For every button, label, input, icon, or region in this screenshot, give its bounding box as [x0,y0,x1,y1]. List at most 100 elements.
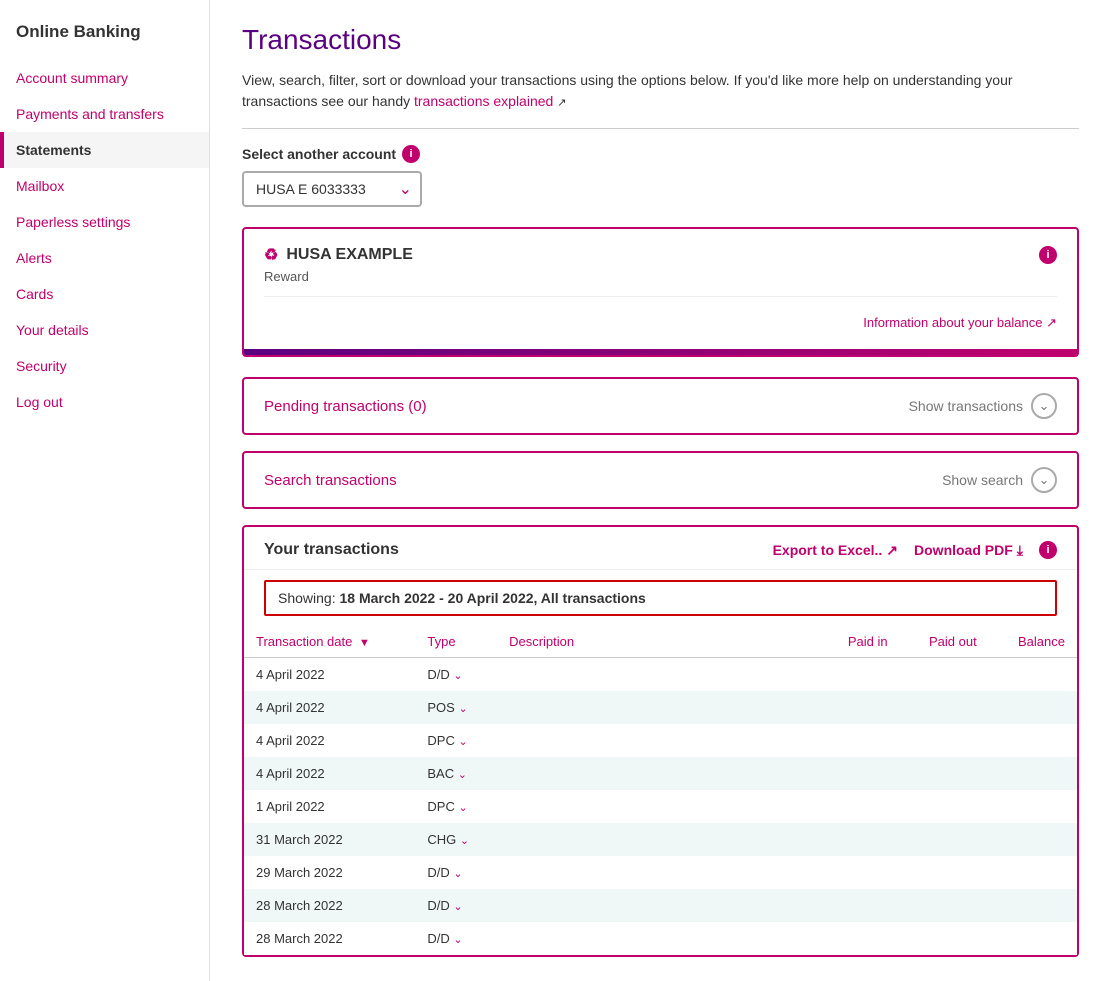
account-card: ♻ HUSA EXAMPLE i Reward Information abou… [242,227,1079,357]
showing-label: Showing: [278,590,336,606]
sidebar-item-alerts[interactable]: Alerts [0,240,209,276]
cell-paid-out [900,658,989,692]
download-icon: ⤓ [1017,542,1023,559]
cell-paid-in [820,823,899,856]
export-excel-link[interactable]: Export to Excel.. ↗ [773,542,898,559]
cell-balance [989,823,1077,856]
cell-desc [497,658,820,692]
sidebar-item-cards[interactable]: Cards [0,276,209,312]
cell-desc [497,889,820,922]
table-body: 4 April 2022D/D ⌄4 April 2022POS ⌄4 Apri… [244,658,1077,956]
cell-paid-out [900,889,989,922]
table-head: Transaction date ▼ Type Description Paid… [244,626,1077,658]
search-transactions-section: Search transactions Show search ⌄ [242,451,1079,509]
cell-type[interactable]: D/D ⌄ [415,856,497,889]
cell-paid-in [820,922,899,955]
cell-balance [989,757,1077,790]
cell-type[interactable]: BAC ⌄ [415,757,497,790]
cell-paid-out [900,790,989,823]
cell-paid-in [820,889,899,922]
cell-type[interactable]: D/D ⌄ [415,889,497,922]
account-select[interactable]: HUSA E 6033333 [242,171,422,207]
cell-date: 4 April 2022 [244,658,415,692]
showing-bar: Showing: 18 March 2022 - 20 April 2022, … [264,580,1057,616]
col-date[interactable]: Transaction date ▼ [244,626,415,658]
search-show-action: Show search ⌄ [942,467,1057,493]
sidebar-nav: Account summaryPayments and transfersSta… [0,60,209,420]
cell-date: 28 March 2022 [244,922,415,955]
cell-balance [989,691,1077,724]
sidebar-item-mailbox[interactable]: Mailbox [0,168,209,204]
sidebar-item-payments-transfers[interactable]: Payments and transfers [0,96,209,132]
cell-desc [497,691,820,724]
table-row: 4 April 2022D/D ⌄ [244,658,1077,692]
sidebar-item-account-summary[interactable]: Account summary [0,60,209,96]
sidebar-item-your-details[interactable]: Your details [0,312,209,348]
col-paid-out: Paid out [900,626,989,658]
search-transactions-header[interactable]: Search transactions Show search ⌄ [244,453,1077,507]
cell-paid-in [820,856,899,889]
table-row: 28 March 2022D/D ⌄ [244,889,1077,922]
account-card-footer: Information about your balance ↗ [264,296,1057,349]
account-card-info-icon[interactable]: i [1039,246,1057,264]
download-pdf-link[interactable]: Download PDF ⤓ [914,542,1023,559]
col-type: Type [415,626,497,658]
cell-type[interactable]: DPC ⌄ [415,724,497,757]
account-card-type: Reward [264,269,1057,284]
show-search-label: Show search [942,472,1023,488]
col-balance: Balance [989,626,1077,658]
table-row: 29 March 2022D/D ⌄ [244,856,1077,889]
balance-info-link[interactable]: Information about your balance ↗ [863,305,1057,341]
cell-desc [497,823,820,856]
table-header-row: Transaction date ▼ Type Description Paid… [244,626,1077,658]
cell-date: 4 April 2022 [244,691,415,724]
select-account-info-icon[interactable]: i [402,145,420,163]
cell-date: 31 March 2022 [244,823,415,856]
show-transactions-label: Show transactions [909,398,1023,414]
export-icon: ↗ [886,542,898,559]
search-chevron-icon: ⌄ [1031,467,1057,493]
transactions-explained-link[interactable]: transactions explained [414,93,553,109]
cell-desc [497,790,820,823]
table-row: 4 April 2022BAC ⌄ [244,757,1077,790]
showing-detail: 18 March 2022 - 20 April 2022, All trans… [339,590,645,606]
pending-show-action: Show transactions ⌄ [909,393,1057,419]
divider [242,128,1079,129]
cell-balance [989,658,1077,692]
cell-balance [989,790,1077,823]
cell-type[interactable]: POS ⌄ [415,691,497,724]
transactions-table: Transaction date ▼ Type Description Paid… [244,626,1077,955]
sidebar-item-security[interactable]: Security [0,348,209,384]
cell-type[interactable]: D/D ⌄ [415,922,497,955]
transactions-info-icon[interactable]: i [1039,541,1057,559]
pending-transactions-section: Pending transactions (0) Show transactio… [242,377,1079,435]
cell-paid-out [900,691,989,724]
col-description: Description [497,626,820,658]
sidebar-item-paperless-settings[interactable]: Paperless settings [0,204,209,240]
transactions-header: Your transactions Export to Excel.. ↗ Do… [244,527,1077,570]
main-content: Transactions View, search, filter, sort … [210,0,1111,981]
recycle-icon: ♻ [264,245,278,265]
pending-chevron-icon: ⌄ [1031,393,1057,419]
account-card-name: ♻ HUSA EXAMPLE [264,245,413,265]
cell-date: 1 April 2022 [244,790,415,823]
cell-balance [989,856,1077,889]
cell-paid-out [900,922,989,955]
sidebar-item-statements[interactable]: Statements [0,132,209,168]
cell-paid-out [900,724,989,757]
account-name-text: HUSA EXAMPLE [286,246,413,264]
table-row: 4 April 2022DPC ⌄ [244,724,1077,757]
account-card-purple-bar [244,349,1077,355]
account-select-wrapper: HUSA E 6033333 ⌄ [242,171,422,207]
cell-desc [497,922,820,955]
pending-transactions-title: Pending transactions (0) [264,398,427,415]
table-row: 4 April 2022POS ⌄ [244,691,1077,724]
pending-transactions-header[interactable]: Pending transactions (0) Show transactio… [244,379,1077,433]
cell-type[interactable]: CHG ⌄ [415,823,497,856]
sidebar-item-log-out[interactable]: Log out [0,384,209,420]
cell-balance [989,889,1077,922]
cell-type[interactable]: DPC ⌄ [415,790,497,823]
table-row: 1 April 2022DPC ⌄ [244,790,1077,823]
transactions-section-title: Your transactions [264,541,399,559]
cell-type[interactable]: D/D ⌄ [415,658,497,692]
